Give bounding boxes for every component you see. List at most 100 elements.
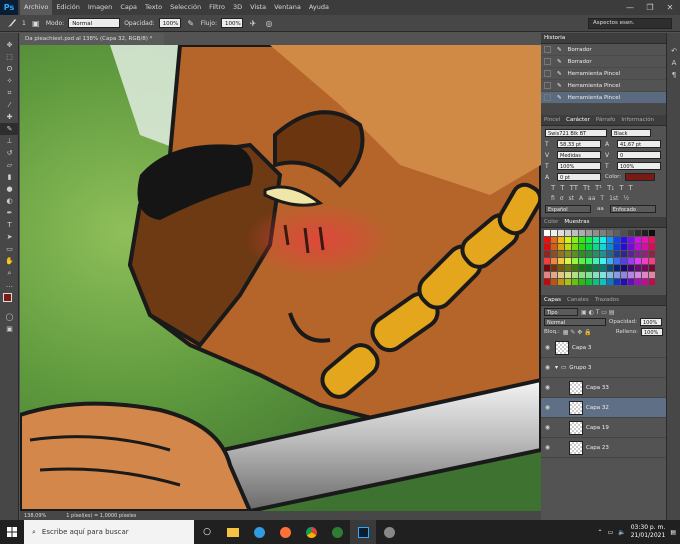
baseline-field[interactable]: 0 pt (557, 173, 601, 181)
canvas[interactable] (20, 45, 541, 511)
swatch[interactable] (544, 272, 550, 278)
flow-field[interactable]: 100% (220, 18, 243, 28)
swatch[interactable] (628, 251, 634, 257)
swatch[interactable] (600, 244, 606, 250)
layers-tab[interactable]: Capas (544, 297, 561, 303)
swatch[interactable] (565, 265, 571, 271)
swatch[interactable] (621, 244, 627, 250)
swatch[interactable] (579, 258, 585, 264)
layer-filter-select[interactable]: Tipo (544, 308, 578, 316)
swatch[interactable] (593, 244, 599, 250)
layer-row[interactable]: ◉ Capa 33 (541, 378, 666, 398)
swatch[interactable] (579, 279, 585, 285)
volume-icon[interactable]: 🔈 (618, 529, 625, 536)
history-item[interactable]: ✎ Herramienta Pincel (541, 80, 666, 92)
firefox-icon[interactable] (272, 520, 298, 544)
document-info[interactable]: 1 píxel(es) = 1,0000 píxeles (66, 513, 136, 519)
history-checkbox[interactable] (544, 58, 551, 65)
swatch[interactable] (593, 279, 599, 285)
history-checkbox[interactable] (544, 70, 551, 77)
network-icon[interactable]: ▭ (608, 529, 614, 536)
filter-icons[interactable]: ▣ ◐ T ▭ ▤ (581, 309, 615, 316)
swatch[interactable] (551, 258, 557, 264)
old-style-button[interactable]: ơ (560, 195, 564, 202)
gradient-tool-icon[interactable]: ▮ (0, 171, 19, 183)
swatch[interactable] (565, 279, 571, 285)
swatch[interactable] (621, 265, 627, 271)
brush-tool-icon[interactable]: ✎ (0, 123, 19, 135)
lasso-tool-icon[interactable]: ʘ (0, 63, 19, 75)
foreground-color[interactable] (3, 293, 12, 302)
swatch[interactable] (600, 230, 606, 236)
tracking-field[interactable]: 0 (617, 151, 661, 159)
hand-tool-icon[interactable]: ✋ (0, 255, 19, 267)
menu-item[interactable]: Vista (246, 0, 270, 15)
swatch[interactable] (551, 279, 557, 285)
horizontal-scale-field[interactable]: 100% (617, 162, 661, 170)
shape-tool-icon[interactable]: ▭ (0, 243, 19, 255)
swatch[interactable] (572, 251, 578, 257)
swatch[interactable] (558, 265, 564, 271)
swatch[interactable] (621, 237, 627, 243)
font-family-field[interactable]: Swis721 Blk BT (545, 129, 607, 137)
swatch[interactable] (614, 258, 620, 264)
swatch[interactable] (586, 279, 592, 285)
pen-tool-icon[interactable]: ✒ (0, 207, 19, 219)
layer-row[interactable]: ◉ Capa 19 (541, 418, 666, 438)
swatch[interactable] (600, 237, 606, 243)
swatch[interactable] (551, 272, 557, 278)
swatch[interactable] (600, 272, 606, 278)
swatch[interactable] (614, 244, 620, 250)
color-tab[interactable]: Color (544, 219, 558, 225)
swatch[interactable] (635, 237, 641, 243)
layer-row[interactable]: ◉ Capa 23 (541, 438, 666, 458)
swatch[interactable] (558, 230, 564, 236)
leading-field[interactable]: 41,67 pt (617, 140, 661, 148)
swatch[interactable] (558, 272, 564, 278)
menu-item[interactable]: Filtro (205, 0, 229, 15)
superscript-button[interactable]: T¹ (595, 184, 602, 192)
vertical-scale-field[interactable]: 100% (557, 162, 601, 170)
eyedropper-tool-icon[interactable]: ⁄ (0, 99, 19, 111)
swatch[interactable] (565, 251, 571, 257)
half-button[interactable]: ½ (623, 195, 629, 202)
eye-icon[interactable]: ◉ (543, 404, 552, 411)
antialias-select[interactable]: Enfocado (609, 205, 656, 213)
swatch[interactable] (565, 258, 571, 264)
swatch[interactable] (558, 279, 564, 285)
history-item[interactable]: ✎ Herramienta Pincel (541, 68, 666, 80)
swatch[interactable] (572, 258, 578, 264)
healing-tool-icon[interactable]: ✚ (0, 111, 19, 123)
swatch[interactable] (649, 244, 655, 250)
swatch[interactable] (551, 265, 557, 271)
strikethrough-button[interactable]: T (629, 184, 633, 192)
swatch[interactable] (642, 258, 648, 264)
swatch[interactable] (642, 279, 648, 285)
color-swatches[interactable] (0, 291, 18, 311)
swatch[interactable] (649, 237, 655, 243)
dodge-tool-icon[interactable]: ◐ (0, 195, 19, 207)
paragraph-panel-icon[interactable]: ¶ (667, 69, 680, 81)
swatch[interactable] (649, 230, 655, 236)
swatch[interactable] (558, 251, 564, 257)
quick-mask-icon[interactable]: ◯ (0, 311, 19, 323)
eye-icon[interactable]: ◉ (543, 364, 552, 371)
swatch[interactable] (614, 251, 620, 257)
menu-item[interactable]: Ventana (270, 0, 305, 15)
swatch[interactable] (614, 230, 620, 236)
tray-chevron-icon[interactable]: ⌃ (598, 529, 603, 536)
eye-icon[interactable]: ◉ (543, 424, 552, 431)
windows-start-icon[interactable] (0, 520, 24, 544)
history-item[interactable]: ✎ Borrador (541, 44, 666, 56)
swatch[interactable] (593, 237, 599, 243)
swatch[interactable] (565, 272, 571, 278)
swatch[interactable] (572, 272, 578, 278)
media-player-icon[interactable] (376, 520, 402, 544)
swatch[interactable] (642, 244, 648, 250)
swatch[interactable] (544, 244, 550, 250)
character-tab[interactable]: Información (621, 117, 654, 123)
swatch[interactable] (614, 265, 620, 271)
swatch[interactable] (607, 258, 613, 264)
marquee-tool-icon[interactable]: ⬚ (0, 51, 19, 63)
menu-item[interactable]: Ayuda (305, 0, 333, 15)
